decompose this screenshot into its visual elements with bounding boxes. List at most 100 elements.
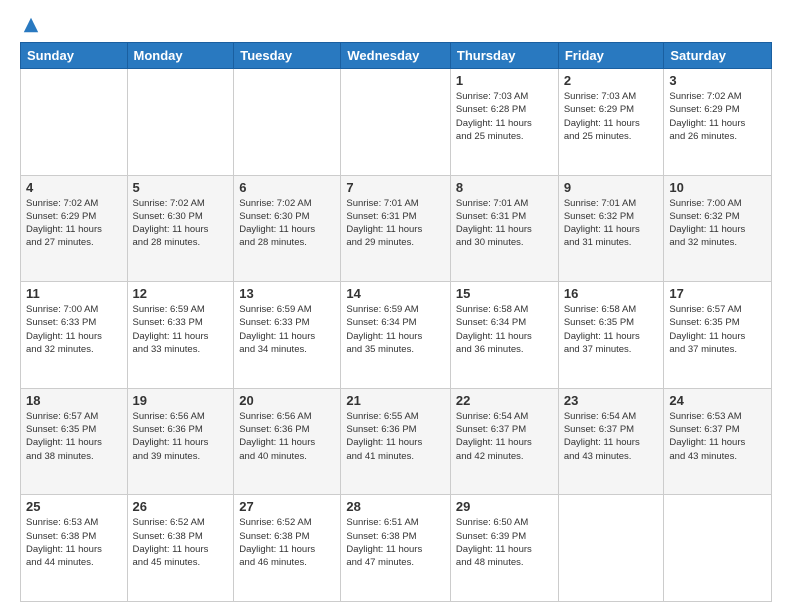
- calendar-week-2: 4 Sunrise: 7:02 AM Sunset: 6:29 PM Daylig…: [21, 175, 772, 282]
- day-info: Sunrise: 6:57 AM Sunset: 6:35 PM Dayligh…: [669, 303, 766, 356]
- calendar-header-friday: Friday: [558, 43, 664, 69]
- day-number: 5: [133, 180, 229, 195]
- calendar-cell: 2 Sunrise: 7:03 AM Sunset: 6:29 PM Daylig…: [558, 69, 664, 176]
- day-info: Sunrise: 7:00 AM Sunset: 6:33 PM Dayligh…: [26, 303, 122, 356]
- day-number: 1: [456, 73, 553, 88]
- calendar-cell: 4 Sunrise: 7:02 AM Sunset: 6:29 PM Daylig…: [21, 175, 128, 282]
- day-info: Sunrise: 6:56 AM Sunset: 6:36 PM Dayligh…: [133, 410, 229, 463]
- day-number: 19: [133, 393, 229, 408]
- calendar-cell: 12Sunrise: 6:59 AM Sunset: 6:33 PM Dayli…: [127, 282, 234, 389]
- day-number: 2: [564, 73, 659, 88]
- calendar-cell: [664, 495, 772, 602]
- calendar-cell: 19 Sunrise: 6:56 AM Sunset: 6:36 PM Dayli…: [127, 388, 234, 495]
- calendar-week-1: 1 Sunrise: 7:03 AM Sunset: 6:28 PM Daylig…: [21, 69, 772, 176]
- day-info: Sunrise: 6:52 AM Sunset: 6:38 PM Dayligh…: [133, 516, 229, 569]
- calendar-header-saturday: Saturday: [664, 43, 772, 69]
- calendar-cell: 21 Sunrise: 6:55 AM Sunset: 6:36 PM Dayli…: [341, 388, 451, 495]
- calendar-cell: 17 Sunrise: 6:57 AM Sunset: 6:35 PM Dayli…: [664, 282, 772, 389]
- day-number: 9: [564, 180, 659, 195]
- calendar-cell: 18 Sunrise: 6:57 AM Sunset: 6:35 PM Dayli…: [21, 388, 128, 495]
- day-number: 18: [26, 393, 122, 408]
- day-info: Sunrise: 7:01 AM Sunset: 6:31 PM Dayligh…: [346, 197, 445, 250]
- calendar-cell: 27 Sunrise: 6:52 AM Sunset: 6:38 PM Dayli…: [234, 495, 341, 602]
- day-number: 8: [456, 180, 553, 195]
- day-info: Sunrise: 7:03 AM Sunset: 6:28 PM Dayligh…: [456, 90, 553, 143]
- calendar-header-tuesday: Tuesday: [234, 43, 341, 69]
- day-info: Sunrise: 6:53 AM Sunset: 6:38 PM Dayligh…: [26, 516, 122, 569]
- calendar-cell: 15Sunrise: 6:58 AM Sunset: 6:34 PM Dayli…: [450, 282, 558, 389]
- day-info: Sunrise: 7:02 AM Sunset: 6:30 PM Dayligh…: [239, 197, 335, 250]
- day-info: Sunrise: 7:01 AM Sunset: 6:32 PM Dayligh…: [564, 197, 659, 250]
- logo: [20, 16, 40, 34]
- calendar-cell: 7Sunrise: 7:01 AM Sunset: 6:31 PM Daylig…: [341, 175, 451, 282]
- calendar-cell: 1 Sunrise: 7:03 AM Sunset: 6:28 PM Daylig…: [450, 69, 558, 176]
- day-number: 13: [239, 286, 335, 301]
- day-number: 22: [456, 393, 553, 408]
- calendar-cell: 25 Sunrise: 6:53 AM Sunset: 6:38 PM Dayli…: [21, 495, 128, 602]
- calendar-header-thursday: Thursday: [450, 43, 558, 69]
- day-number: 6: [239, 180, 335, 195]
- day-info: Sunrise: 6:51 AM Sunset: 6:38 PM Dayligh…: [346, 516, 445, 569]
- day-number: 17: [669, 286, 766, 301]
- day-number: 14: [346, 286, 445, 301]
- day-info: Sunrise: 6:57 AM Sunset: 6:35 PM Dayligh…: [26, 410, 122, 463]
- day-number: 15: [456, 286, 553, 301]
- calendar-cell: 11 Sunrise: 7:00 AM Sunset: 6:33 PM Dayli…: [21, 282, 128, 389]
- day-number: 11: [26, 286, 122, 301]
- day-number: 21: [346, 393, 445, 408]
- calendar-cell: 29 Sunrise: 6:50 AM Sunset: 6:39 PM Dayli…: [450, 495, 558, 602]
- day-number: 29: [456, 499, 553, 514]
- day-info: Sunrise: 6:53 AM Sunset: 6:37 PM Dayligh…: [669, 410, 766, 463]
- calendar-cell: 22 Sunrise: 6:54 AM Sunset: 6:37 PM Dayli…: [450, 388, 558, 495]
- calendar-cell: [558, 495, 664, 602]
- calendar-cell: 24 Sunrise: 6:53 AM Sunset: 6:37 PM Dayli…: [664, 388, 772, 495]
- calendar-cell: 26 Sunrise: 6:52 AM Sunset: 6:38 PM Dayli…: [127, 495, 234, 602]
- day-info: Sunrise: 6:52 AM Sunset: 6:38 PM Dayligh…: [239, 516, 335, 569]
- calendar-cell: 9 Sunrise: 7:01 AM Sunset: 6:32 PM Daylig…: [558, 175, 664, 282]
- calendar-header-monday: Monday: [127, 43, 234, 69]
- day-number: 3: [669, 73, 766, 88]
- day-info: Sunrise: 7:02 AM Sunset: 6:29 PM Dayligh…: [26, 197, 122, 250]
- day-number: 4: [26, 180, 122, 195]
- calendar-cell: 14 Sunrise: 6:59 AM Sunset: 6:34 PM Dayli…: [341, 282, 451, 389]
- day-number: 28: [346, 499, 445, 514]
- calendar-week-5: 25 Sunrise: 6:53 AM Sunset: 6:38 PM Dayli…: [21, 495, 772, 602]
- day-info: Sunrise: 7:03 AM Sunset: 6:29 PM Dayligh…: [564, 90, 659, 143]
- calendar-cell: 16Sunrise: 6:58 AM Sunset: 6:35 PM Dayli…: [558, 282, 664, 389]
- calendar-cell: [127, 69, 234, 176]
- calendar-cell: 28 Sunrise: 6:51 AM Sunset: 6:38 PM Dayli…: [341, 495, 451, 602]
- calendar-cell: [341, 69, 451, 176]
- day-number: 16: [564, 286, 659, 301]
- day-number: 26: [133, 499, 229, 514]
- calendar-cell: 13Sunrise: 6:59 AM Sunset: 6:33 PM Dayli…: [234, 282, 341, 389]
- day-info: Sunrise: 6:59 AM Sunset: 6:34 PM Dayligh…: [346, 303, 445, 356]
- calendar-cell: 20 Sunrise: 6:56 AM Sunset: 6:36 PM Dayli…: [234, 388, 341, 495]
- header: [20, 16, 772, 34]
- calendar-cell: [234, 69, 341, 176]
- calendar-week-4: 18 Sunrise: 6:57 AM Sunset: 6:35 PM Dayli…: [21, 388, 772, 495]
- day-info: Sunrise: 6:55 AM Sunset: 6:36 PM Dayligh…: [346, 410, 445, 463]
- calendar-cell: 6 Sunrise: 7:02 AM Sunset: 6:30 PM Daylig…: [234, 175, 341, 282]
- day-info: Sunrise: 6:54 AM Sunset: 6:37 PM Dayligh…: [456, 410, 553, 463]
- calendar-header-wednesday: Wednesday: [341, 43, 451, 69]
- calendar-cell: 23Sunrise: 6:54 AM Sunset: 6:37 PM Dayli…: [558, 388, 664, 495]
- day-number: 12: [133, 286, 229, 301]
- day-number: 27: [239, 499, 335, 514]
- day-number: 10: [669, 180, 766, 195]
- day-number: 25: [26, 499, 122, 514]
- logo-icon: [22, 16, 40, 34]
- calendar-cell: 5 Sunrise: 7:02 AM Sunset: 6:30 PM Daylig…: [127, 175, 234, 282]
- day-info: Sunrise: 6:54 AM Sunset: 6:37 PM Dayligh…: [564, 410, 659, 463]
- day-number: 24: [669, 393, 766, 408]
- page: SundayMondayTuesdayWednesdayThursdayFrid…: [0, 0, 792, 612]
- day-info: Sunrise: 6:50 AM Sunset: 6:39 PM Dayligh…: [456, 516, 553, 569]
- day-info: Sunrise: 7:00 AM Sunset: 6:32 PM Dayligh…: [669, 197, 766, 250]
- day-info: Sunrise: 7:02 AM Sunset: 6:29 PM Dayligh…: [669, 90, 766, 143]
- calendar-cell: 8 Sunrise: 7:01 AM Sunset: 6:31 PM Daylig…: [450, 175, 558, 282]
- day-info: Sunrise: 7:02 AM Sunset: 6:30 PM Dayligh…: [133, 197, 229, 250]
- day-info: Sunrise: 6:56 AM Sunset: 6:36 PM Dayligh…: [239, 410, 335, 463]
- calendar-cell: 10 Sunrise: 7:00 AM Sunset: 6:32 PM Dayli…: [664, 175, 772, 282]
- day-number: 20: [239, 393, 335, 408]
- day-info: Sunrise: 7:01 AM Sunset: 6:31 PM Dayligh…: [456, 197, 553, 250]
- calendar-cell: 3 Sunrise: 7:02 AM Sunset: 6:29 PM Daylig…: [664, 69, 772, 176]
